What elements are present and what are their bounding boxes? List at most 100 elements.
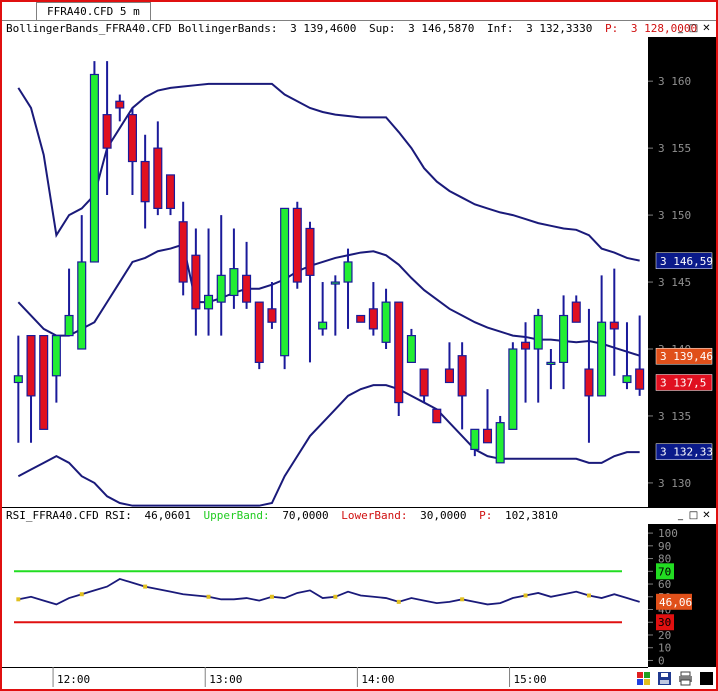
price-panel-window-buttons: _ □ ✕ (675, 23, 712, 35)
time-axis-label: 15:00 (514, 673, 547, 686)
rsi-minimize-button[interactable]: _ (675, 510, 686, 521)
close-button[interactable]: ✕ (701, 23, 712, 34)
candle-up (470, 428, 480, 451)
price-tick-label: 3 150 (658, 209, 691, 222)
rsi-close-button[interactable]: ✕ (701, 510, 712, 521)
rsi-marker (586, 593, 591, 598)
rsi-value: 46,0601 (144, 509, 191, 522)
candle-down (444, 368, 454, 384)
bb-indicator-label: BollingerBands_FFRA40.CFD BollingerBands… (6, 22, 278, 35)
candle-up (204, 294, 214, 310)
bollinger-mid-band (17, 243, 640, 357)
candle-up (546, 361, 556, 365)
rsi-marker (79, 592, 84, 597)
candle-up (229, 268, 239, 297)
candle-down (609, 321, 619, 330)
price-axis-badge-label: 3 139,46 (660, 350, 713, 363)
rsi-marker (333, 594, 338, 599)
price-chart[interactable]: 3 1303 1353 1403 1453 1503 1553 1603 146… (2, 37, 716, 507)
bollinger-upper-band (17, 82, 640, 262)
candle-down (102, 114, 112, 149)
bb-sup-label: Sup: (369, 22, 396, 35)
candle-up (622, 375, 632, 384)
candle-up (597, 321, 607, 397)
candle-down (419, 368, 429, 397)
candle-down (267, 308, 277, 323)
rsi-upper-label: UpperBand: (203, 509, 270, 522)
candle-up (406, 335, 416, 363)
tab-bar: FFRA40.CFD 5 m (2, 2, 716, 21)
bb-inf-value: 3 132,3330 (526, 22, 593, 35)
candle-down (482, 428, 493, 444)
rsi-indicator-label: RSI_FFRA40.CFD RSI: (6, 509, 132, 522)
black-square-icon[interactable] (699, 671, 714, 686)
bb-p-label: P: (604, 22, 619, 35)
rsi-tick-label: 60 (658, 578, 671, 591)
chart-window: FFRA40.CFD 5 m BollingerBands_FFRA40.CFD… (0, 0, 718, 691)
candle-up (64, 314, 74, 337)
candle-down (26, 335, 36, 397)
candle-down (127, 114, 137, 163)
candle-up (318, 321, 328, 330)
candle-down (191, 254, 201, 310)
candle-up (13, 375, 23, 384)
candle-up (343, 261, 353, 283)
rsi-marker (460, 597, 465, 602)
candle-up (280, 207, 290, 357)
print-icon[interactable] (678, 671, 693, 686)
rsi-tick-label: 100 (658, 527, 678, 540)
price-tick-label: 3 135 (658, 410, 691, 423)
candle-down (521, 341, 531, 350)
rsi-marker (16, 597, 21, 602)
rsi-tick-label: 90 (658, 540, 671, 553)
rsi-upper-value: 70,0000 (282, 509, 329, 522)
tab-label: FFRA40.CFD 5 m (47, 5, 140, 18)
rsi-lower-label: LowerBand: (341, 509, 408, 522)
rsi-level-badge-label: 30 (658, 616, 671, 629)
rsi-tick-label: 0 (658, 654, 665, 667)
candle-up (77, 261, 87, 350)
candle-down (165, 174, 176, 209)
price-axis-badge-label: 3 132,33 (660, 446, 713, 459)
rsi-panel-window-buttons: _ □ ✕ (675, 510, 712, 522)
minimize-button[interactable]: _ (675, 23, 686, 34)
candle-up (330, 281, 340, 285)
rsi-marker (523, 593, 528, 598)
rsi-current-badge-label: 46,06 (659, 596, 692, 609)
candle-down (305, 227, 315, 276)
price-tick-label: 3 155 (658, 142, 691, 155)
candle-up (216, 274, 226, 303)
candle-down (254, 301, 264, 363)
rsi-marker (396, 599, 401, 604)
rsi-panel-header: RSI_FFRA40.CFD RSI: 46,0601 UpperBand: 7… (2, 508, 716, 524)
price-tick-label: 3 145 (658, 276, 691, 289)
price-tick-label: 3 130 (658, 477, 691, 490)
footer-toolbar (636, 671, 714, 686)
bollinger-lower-band (17, 384, 640, 507)
price-axis-badge-label: 3 137,5 (660, 376, 706, 389)
time-axis: 12:00 13:00 14:00 15:00 (2, 667, 648, 687)
rsi-chart[interactable]: 0102030405060708090100703046,06 (2, 524, 716, 667)
rsi-line (18, 577, 640, 606)
rsi-restore-button[interactable]: □ (688, 510, 699, 521)
candle-down (140, 160, 150, 203)
color-palette-icon[interactable] (636, 671, 651, 686)
save-icon[interactable] (657, 671, 672, 686)
rsi-marker (206, 594, 211, 599)
candle-down (394, 301, 404, 404)
candle-up (508, 348, 518, 430)
bb-inf-label: Inf: (487, 22, 514, 35)
candle-down (457, 355, 467, 397)
candle-down (584, 368, 594, 397)
candle-up (495, 422, 505, 464)
candle-down (178, 221, 188, 283)
restore-button[interactable]: □ (688, 23, 699, 34)
tab-ffra40[interactable]: FFRA40.CFD 5 m (36, 2, 151, 20)
candle-down (571, 301, 581, 323)
rsi-marker (269, 594, 274, 599)
bb-sup-value: 3 146,5870 (408, 22, 475, 35)
rsi-tick-label: 10 (658, 642, 671, 655)
candle-down (635, 368, 645, 390)
candle-down (368, 308, 378, 330)
candle-up (89, 73, 99, 263)
